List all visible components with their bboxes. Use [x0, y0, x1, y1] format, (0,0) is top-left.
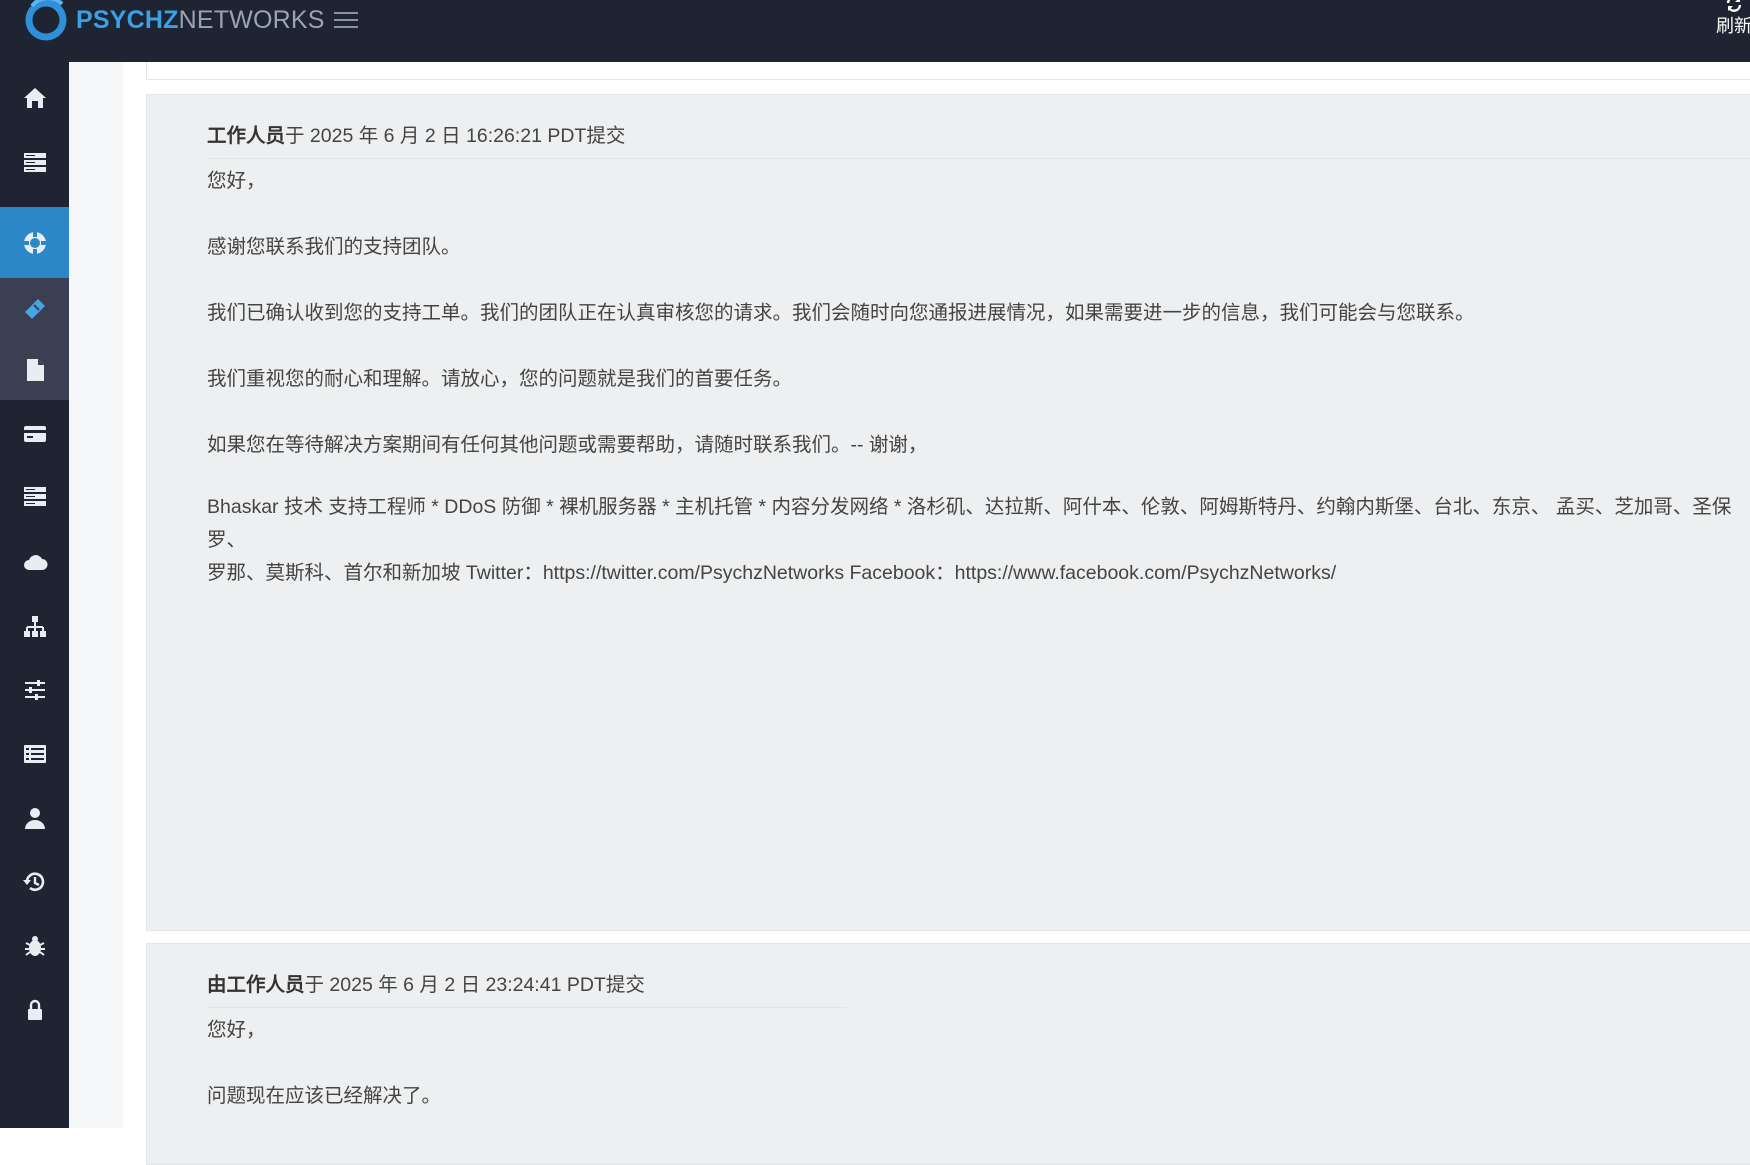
nav-debug[interactable] — [0, 914, 69, 978]
nav-tickets[interactable] — [0, 278, 69, 340]
network-icon — [23, 616, 46, 637]
ticket-icon — [24, 299, 45, 319]
message-paragraph: 我们重视您的耐心和理解。请放心，您的问题就是我们的首要任务。 — [207, 368, 793, 390]
message-paragraph: 您好， — [207, 170, 266, 192]
reply-header: 工作人员于 2025 年 6 月 2 日 16:26:21 PDT提交 — [207, 119, 1750, 159]
sidebar — [0, 62, 69, 1128]
reply-author: 由工作人员 — [207, 974, 305, 996]
refresh-button[interactable]: 刷新 — [1712, 0, 1750, 38]
signature-line: 罗那、莫斯科、首尔和新加坡 Twitter：https://twitter.co… — [207, 562, 1337, 584]
reply-message: 您好， 感谢您联系我们的支持团队。 我们已确认收到您的支持工单。我们的团队正在认… — [207, 165, 1750, 590]
nav-home[interactable] — [0, 66, 69, 130]
nav-support[interactable] — [0, 207, 69, 278]
menu-toggle-icon[interactable] — [334, 12, 358, 30]
support-lifebuoy-icon — [23, 231, 46, 254]
server-list-icon — [23, 487, 46, 506]
nav-servers[interactable] — [0, 130, 69, 194]
file-icon — [26, 359, 44, 381]
reply-card: 由工作人员于 2025 年 6 月 2 日 23:24:41 PDT提交 您好，… — [146, 943, 1750, 1165]
content-gutter — [69, 62, 123, 1128]
bug-icon — [24, 936, 45, 956]
cloud-icon — [23, 555, 47, 570]
credit-card-icon — [23, 426, 46, 442]
reply-timestamp: 于 2025 年 6 月 2 日 23:24:41 PDT提交 — [304, 974, 645, 996]
nav-billing[interactable] — [0, 402, 69, 466]
lock-icon — [27, 999, 42, 1020]
top-bar: PSYCHZNETWORKS 刷新 — [0, 0, 1750, 63]
nav-list[interactable] — [0, 722, 69, 786]
nav-documents[interactable] — [0, 340, 69, 400]
signature-line: Bhaskar 技术 支持工程师 * DDoS 防御 * 裸机服务器 * 主机托… — [207, 496, 1732, 551]
previous-reply-card — [146, 62, 1750, 80]
signature: Bhaskar 技术 支持工程师 * DDoS 防御 * 裸机服务器 * 主机托… — [207, 491, 1750, 590]
nav-server-list[interactable] — [0, 464, 69, 528]
message-paragraph: 我们已确认收到您的支持工单。我们的团队正在认真审核您的请求。我们会随时向您通报进… — [207, 302, 1475, 324]
brand-name: PSYCHZNETWORKS — [76, 5, 325, 34]
list-icon — [23, 745, 46, 763]
user-icon — [24, 808, 45, 829]
message-paragraph: 感谢您联系我们的支持团队。 — [207, 236, 461, 258]
ticket-replies: 工作人员于 2025 年 6 月 2 日 16:26:21 PDT提交 您好， … — [123, 62, 1750, 1165]
refresh-label: 刷新 — [1716, 16, 1750, 36]
message-paragraph: 问题现在应该已经解决了。 — [207, 1085, 442, 1107]
reply-author: 工作人员 — [207, 125, 286, 147]
reply-timestamp: 于 2025 年 6 月 2 日 16:26:21 PDT提交 — [285, 125, 626, 147]
nav-cloud[interactable] — [0, 530, 69, 594]
nav-network[interactable] — [0, 594, 69, 658]
refresh-icon — [1726, 0, 1742, 12]
servers-icon — [23, 153, 46, 172]
home-icon — [23, 88, 46, 108]
brand-logo[interactable]: PSYCHZNETWORKS — [22, 0, 325, 46]
history-icon — [22, 872, 44, 892]
nav-history[interactable] — [0, 850, 69, 914]
reply-message: 您好， 问题现在应该已经解决了。 — [207, 1014, 1750, 1113]
message-paragraph: 如果您在等待解决方案期间有任何其他问题或需要帮助，请随时联系我们。-- 谢谢， — [207, 434, 928, 456]
nav-settings[interactable] — [0, 658, 69, 722]
psychz-logo-icon — [25, 0, 67, 41]
reply-card: 工作人员于 2025 年 6 月 2 日 16:26:21 PDT提交 您好， … — [146, 94, 1750, 931]
message-paragraph: 您好， — [207, 1019, 266, 1041]
nav-security[interactable] — [0, 978, 69, 1042]
sliders-icon — [24, 680, 45, 700]
reply-header: 由工作人员于 2025 年 6 月 2 日 23:24:41 PDT提交 — [207, 968, 847, 1008]
nav-account[interactable] — [0, 786, 69, 850]
